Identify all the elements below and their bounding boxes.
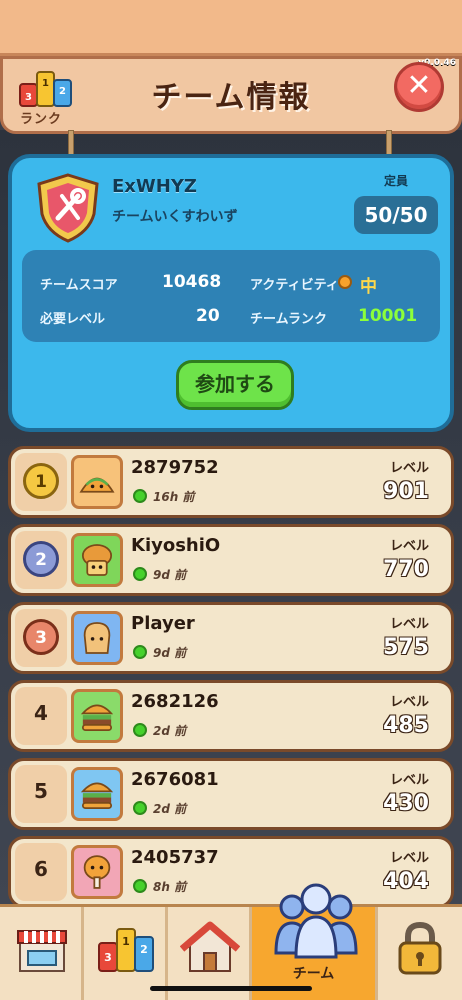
hanging-rope-left	[68, 130, 74, 156]
rank-cell: 2	[15, 531, 67, 589]
last-seen: 16h 前	[153, 490, 195, 504]
join-team-button[interactable]: 参加する	[176, 360, 294, 410]
avatar-toast-icon	[71, 611, 123, 665]
rank-cell: 4	[15, 687, 67, 745]
level-value: 770	[383, 557, 429, 582]
nav-podium-second: 2	[140, 943, 148, 956]
online-status-icon	[133, 567, 147, 581]
player-name: KiyoshiO	[131, 535, 221, 556]
member-row[interactable]: 2 KiyoshiO 9d 前 レベル 770	[8, 524, 454, 596]
avatar-muffin-icon	[71, 533, 123, 587]
home-icon	[180, 921, 240, 972]
member-row[interactable]: 3 Player 9d 前 レベル 575	[8, 602, 454, 674]
last-seen: 9d 前	[153, 568, 187, 582]
gold-medal-icon: 1	[23, 463, 59, 499]
rank-cell: 1	[15, 453, 67, 511]
avatar-drumstick-icon	[71, 845, 123, 899]
lock-icon	[398, 921, 442, 975]
level-value: 404	[383, 869, 429, 894]
ranking-icon: 3 1 2	[98, 928, 154, 972]
avatar-burger-icon	[71, 767, 123, 821]
last-seen: 2d 前	[153, 724, 187, 738]
team-score-label: チームスコア	[40, 278, 118, 293]
team-stats-panel: チームスコア 10468 アクティビティ 中 必要レベル 20 チームランク 1…	[22, 250, 440, 342]
required-level-label: 必要レベル	[40, 312, 106, 327]
rank-number: 6	[34, 857, 48, 881]
hanging-rope-right	[386, 130, 392, 156]
online-status-icon	[133, 801, 147, 815]
level-value: 901	[383, 479, 429, 504]
rank-number: 5	[34, 779, 48, 803]
shop-icon	[17, 930, 67, 972]
team-name: ExWHYZ	[112, 176, 197, 197]
level-label: レベル	[389, 695, 429, 710]
rank-cell: 5	[15, 765, 67, 823]
avatar-burger-icon	[71, 689, 123, 743]
silver-medal-icon: 2	[23, 541, 59, 577]
team-motto: チームいくすわいず	[112, 209, 238, 225]
level-value: 430	[383, 791, 429, 816]
level-label: レベル	[389, 773, 429, 788]
level-label: レベル	[389, 461, 429, 476]
home-indicator	[150, 986, 312, 991]
level-label: レベル	[389, 539, 429, 554]
level-value: 485	[383, 713, 429, 738]
activity-value: 中	[360, 277, 377, 297]
online-status-icon	[133, 489, 147, 503]
member-row[interactable]: 5 2676081 2d 前 レベル 430	[8, 758, 454, 830]
page-title: チーム情報	[151, 80, 311, 115]
nav-locked[interactable]	[378, 907, 462, 1000]
last-seen: 9d 前	[153, 646, 187, 660]
online-status-icon	[133, 879, 147, 893]
team-rank-label: チームランク	[250, 312, 327, 327]
team-emblem-icon	[37, 173, 99, 243]
level-label: レベル	[389, 617, 429, 632]
bronze-medal-icon: 3	[23, 619, 59, 655]
player-name: 2879752	[131, 457, 219, 478]
level-label: レベル	[389, 851, 429, 866]
rank-cell: 3	[15, 609, 67, 667]
player-name: 2676081	[131, 769, 219, 790]
activity-label: アクティビティ	[250, 278, 339, 293]
last-seen: 2d 前	[153, 802, 187, 816]
close-button[interactable]: ✕	[394, 62, 444, 112]
capacity-label: 定員	[384, 174, 409, 188]
nav-shop[interactable]	[0, 907, 84, 1000]
rank-cell: 6	[15, 843, 67, 901]
team-icon	[274, 883, 358, 959]
level-value: 575	[383, 635, 429, 660]
team-rank-value: 10001	[358, 306, 418, 326]
rank-number: 4	[34, 701, 48, 725]
top-bar-background	[0, 0, 462, 56]
team-info-card: ExWHYZ チームいくすわいず 定員 50/50 チームスコア 10468 ア…	[8, 154, 454, 432]
required-level-value: 20	[196, 306, 220, 326]
avatar-taco-icon	[71, 455, 123, 509]
member-row[interactable]: 4 2682126 2d 前 レベル 485	[8, 680, 454, 752]
member-row[interactable]: 6 2405737 8h 前 レベル 404	[8, 836, 454, 908]
nav-team-label: チーム	[292, 966, 335, 982]
player-name: 2405737	[131, 847, 219, 868]
activity-indicator-icon	[338, 275, 352, 289]
nav-podium-third: 3	[104, 951, 112, 964]
online-status-icon	[133, 723, 147, 737]
team-score-value: 10468	[162, 272, 222, 292]
capacity-value: 50/50	[354, 196, 438, 234]
last-seen: 8h 前	[153, 880, 187, 894]
member-row[interactable]: 1 2879752 16h 前 レベル 901	[8, 446, 454, 518]
nav-podium-first: 1	[122, 935, 130, 948]
player-name: Player	[131, 613, 195, 634]
player-name: 2682126	[131, 691, 219, 712]
online-status-icon	[133, 645, 147, 659]
